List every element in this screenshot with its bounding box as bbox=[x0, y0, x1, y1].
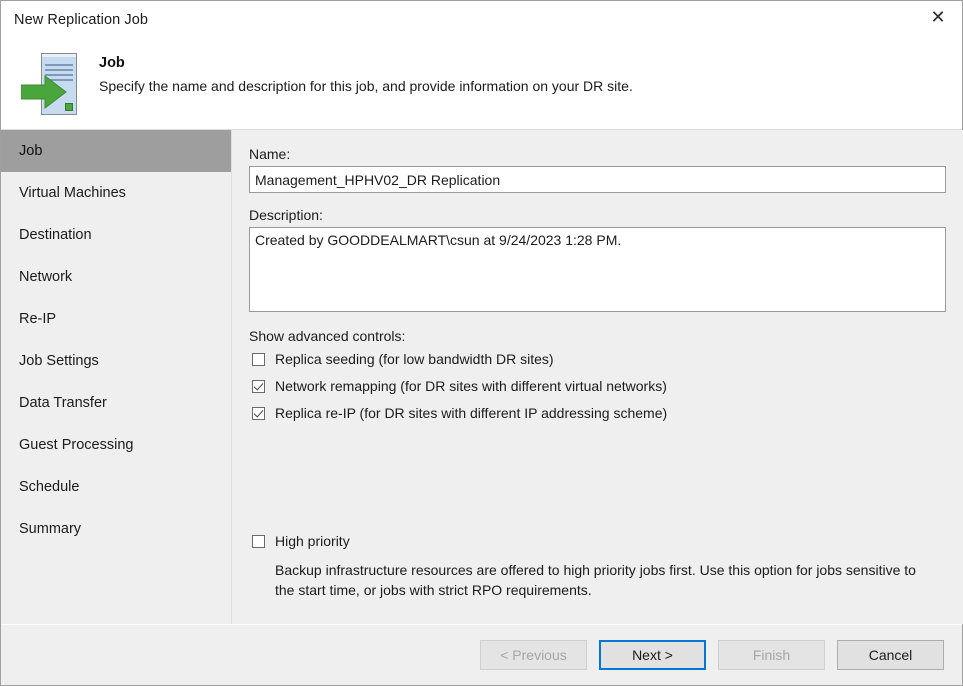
cancel-button[interactable]: Cancel bbox=[837, 640, 944, 670]
job-settings-panel: Name: Management_HPHV02_DR Replication D… bbox=[232, 130, 963, 624]
dialog-header: Job Specify the name and description for… bbox=[1, 39, 962, 129]
sidebar-item-label: Job bbox=[19, 143, 43, 159]
sidebar-item-label: Summary bbox=[19, 521, 82, 537]
sidebar-item-guest-processing[interactable]: Guest Processing bbox=[1, 424, 231, 466]
sidebar-item-re-ip[interactable]: Re-IP bbox=[1, 298, 231, 340]
next-button[interactable]: Next > bbox=[599, 640, 706, 670]
sidebar-item-schedule[interactable]: Schedule bbox=[1, 466, 231, 508]
new-replication-job-dialog: New Replication Job ✕ Job Specify the na… bbox=[0, 0, 963, 686]
sidebar-item-data-transfer[interactable]: Data Transfer bbox=[1, 382, 231, 424]
replica-re-ip-checkbox[interactable] bbox=[252, 407, 265, 420]
replica-seeding-checkbox[interactable] bbox=[252, 353, 265, 366]
network-remapping-checkbox[interactable] bbox=[252, 380, 265, 393]
high-priority-description: Backup infrastructure resources are offe… bbox=[275, 562, 916, 598]
sidebar-item-summary[interactable]: Summary bbox=[1, 508, 231, 550]
sidebar-item-label: Schedule bbox=[19, 479, 80, 495]
window-title: New Replication Job bbox=[14, 12, 149, 28]
sidebar-item-label: Re-IP bbox=[19, 311, 57, 327]
job-description-input[interactable]: Created by GOODDEALMART\csun at 9/24/202… bbox=[249, 227, 946, 312]
sidebar-item-job-settings[interactable]: Job Settings bbox=[1, 340, 231, 382]
finish-button[interactable]: Finish bbox=[718, 640, 825, 670]
header-subtitle: Specify the name and description for thi… bbox=[99, 78, 633, 94]
checkbox-row-replica-re-ip[interactable]: Replica re-IP (for DR sites with differe… bbox=[249, 403, 946, 430]
high-priority-block: High priority Backup infrastructure reso… bbox=[249, 531, 929, 600]
close-button[interactable]: ✕ bbox=[915, 2, 961, 33]
checkbox-row-replica-seeding[interactable]: Replica seeding (for low bandwidth DR si… bbox=[249, 349, 946, 376]
network-remapping-label: Network remapping (for DR sites with dif… bbox=[275, 378, 667, 394]
job-name-input[interactable]: Management_HPHV02_DR Replication bbox=[249, 166, 946, 193]
sidebar-item-label: Destination bbox=[19, 227, 92, 243]
dialog-body: Job Virtual Machines Destination Network… bbox=[1, 129, 963, 624]
dialog-footer: < Previous Next > Finish Cancel bbox=[1, 624, 962, 685]
sidebar-item-network[interactable]: Network bbox=[1, 256, 231, 298]
sidebar-item-label: Guest Processing bbox=[19, 437, 134, 453]
replica-re-ip-label: Replica re-IP (for DR sites with differe… bbox=[275, 405, 668, 421]
sidebar-item-label: Virtual Machines bbox=[19, 185, 126, 201]
sidebar-item-job[interactable]: Job bbox=[1, 130, 231, 172]
sidebar-item-label: Data Transfer bbox=[19, 395, 107, 411]
wizard-step-list: Job Virtual Machines Destination Network… bbox=[1, 130, 232, 624]
sidebar-item-label: Network bbox=[19, 269, 73, 285]
advanced-controls-label: Show advanced controls: bbox=[249, 328, 406, 344]
sidebar-item-virtual-machines[interactable]: Virtual Machines bbox=[1, 172, 231, 214]
checkbox-row-network-remapping[interactable]: Network remapping (for DR sites with dif… bbox=[249, 376, 946, 403]
title-bar: New Replication Job ✕ bbox=[1, 1, 962, 39]
description-label: Description: bbox=[249, 207, 323, 223]
previous-button[interactable]: < Previous bbox=[480, 640, 587, 670]
sidebar-item-destination[interactable]: Destination bbox=[1, 214, 231, 256]
high-priority-checkbox[interactable] bbox=[252, 535, 265, 548]
high-priority-label: High priority bbox=[275, 533, 350, 549]
replica-seeding-label: Replica seeding (for low bandwidth DR si… bbox=[275, 351, 554, 367]
replication-job-icon bbox=[21, 51, 85, 123]
header-title: Job bbox=[99, 55, 125, 71]
close-icon: ✕ bbox=[930, 6, 946, 28]
name-label: Name: bbox=[249, 146, 291, 162]
green-arrow-icon bbox=[21, 75, 67, 109]
checkbox-row-high-priority[interactable]: High priority bbox=[249, 531, 929, 558]
sidebar-item-label: Job Settings bbox=[19, 353, 99, 369]
